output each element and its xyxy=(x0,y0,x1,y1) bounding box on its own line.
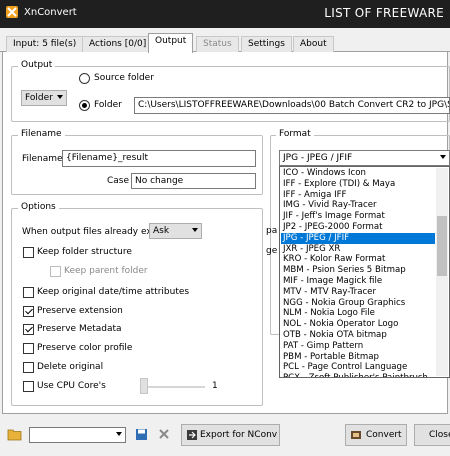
chevron-down-icon xyxy=(57,95,63,99)
format-option[interactable]: MIF - Image Magick file xyxy=(281,276,435,287)
tab-output[interactable]: Output xyxy=(148,33,194,53)
cpu-slider-handle[interactable] xyxy=(140,378,148,394)
format-option[interactable]: IMG - Vivid Ray-Tracer xyxy=(281,200,435,211)
export-icon xyxy=(187,430,197,440)
delete-original-label: Delete original xyxy=(37,362,104,372)
keep-parent-folder-label: Keep parent folder xyxy=(64,266,148,276)
case-select[interactable]: No change xyxy=(131,173,256,189)
app-title: XnConvert xyxy=(24,7,77,18)
output-type-select[interactable]: Folder xyxy=(21,90,67,106)
format-value: JPG - JPEG / JFIF xyxy=(283,153,353,163)
convert-label: Convert xyxy=(366,430,402,440)
output-type-value: Folder xyxy=(25,93,53,103)
format-option[interactable]: IFF - Explore (TDI) & Maya xyxy=(281,179,435,190)
filename-label: Filename xyxy=(22,154,63,164)
format-option[interactable]: JP2 - JPEG-2000 Format xyxy=(281,222,435,233)
export-label: Export for NConv xyxy=(200,430,278,440)
format-option-fragment-1: pa xyxy=(266,226,278,236)
case-value: No change xyxy=(135,176,184,186)
use-cpu-cores-label: Use CPU Core's xyxy=(37,381,106,391)
dropdown-scrollbar-thumb[interactable] xyxy=(437,216,447,276)
exists-select[interactable]: Ask xyxy=(149,223,202,239)
dropdown-scrollbar[interactable] xyxy=(436,168,448,376)
format-option[interactable]: JXR - JPEG XR xyxy=(281,244,435,255)
exists-label: When output files already exist xyxy=(22,227,163,237)
preserve-color-profile-label: Preserve color profile xyxy=(37,343,133,353)
convert-button[interactable]: Convert xyxy=(345,424,407,446)
preserve-extension-label: Preserve extension xyxy=(37,306,123,316)
open-folder-icon[interactable] xyxy=(7,428,22,441)
format-option-fragment-2: ge xyxy=(266,246,278,256)
xnconvert-logo-icon xyxy=(6,6,18,18)
format-option[interactable]: JPG - JPEG / JFIF xyxy=(281,232,435,244)
format-option[interactable]: JIF - Jeff's Image Format xyxy=(281,211,435,222)
source-folder-label: Source folder xyxy=(94,73,154,83)
chevron-down-icon xyxy=(116,432,122,436)
format-option[interactable]: OTB - Nokia OTA bitmap xyxy=(281,330,435,341)
filename-legend: Filename xyxy=(18,129,65,139)
format-option[interactable]: MBM - Psion Series 5 Bitmap xyxy=(281,265,435,276)
format-option[interactable]: PAT - Gimp Pattern xyxy=(281,341,435,352)
keep-date-label: Keep original date/time attributes xyxy=(37,287,190,297)
format-option[interactable]: IFF - Amiga IFF xyxy=(281,190,435,201)
format-option[interactable]: KRO - Kolor Raw Format xyxy=(281,254,435,265)
output-folder-path[interactable]: C:\Users\LISTOFFREEWARE\Downloads\00 Bat… xyxy=(134,97,450,114)
format-option[interactable]: PCL - Page Control Language xyxy=(281,362,435,373)
title-bar: XnConvert LIST OF FREEWARE xyxy=(0,0,450,28)
export-for-nconvert-button[interactable]: Export for NConv xyxy=(181,424,280,446)
format-dropdown-list[interactable]: ICO - Windows Icon IFF - Explore (TDI) & … xyxy=(279,166,450,378)
keep-date-checkbox[interactable] xyxy=(23,287,34,298)
tab-actions[interactable]: Actions [0/0] xyxy=(82,36,154,52)
watermark-banner: LIST OF FREEWARE xyxy=(324,6,444,20)
case-label: Case xyxy=(107,176,130,186)
cpu-slider-track[interactable] xyxy=(140,386,205,388)
format-option[interactable]: NGG - Nokia Group Graphics xyxy=(281,298,435,309)
close-label: Close xyxy=(429,430,450,440)
keep-folder-structure-checkbox[interactable] xyxy=(23,247,34,258)
bottom-toolbar: Export for NConv Convert Close xyxy=(0,414,450,456)
use-cpu-cores-checkbox[interactable] xyxy=(23,381,34,392)
preserve-metadata-label: Preserve Metadata xyxy=(37,324,122,334)
filename-input[interactable]: {Filename}_result xyxy=(62,150,256,167)
keep-parent-folder-checkbox[interactable] xyxy=(50,266,61,277)
output-legend: Output xyxy=(18,60,56,70)
folder-radio[interactable] xyxy=(79,100,90,111)
tab-status[interactable]: Status xyxy=(196,36,239,52)
format-option[interactable]: PBM - Portable Bitmap xyxy=(281,352,435,363)
tab-about[interactable]: About xyxy=(293,36,334,52)
delete-icon[interactable] xyxy=(158,428,170,440)
tab-settings[interactable]: Settings xyxy=(241,36,292,52)
folder-label: Folder xyxy=(94,100,122,110)
format-option[interactable]: NOL - Nokia Operator Logo xyxy=(281,319,435,330)
preserve-color-profile-checkbox[interactable] xyxy=(23,343,34,354)
format-option[interactable]: ICO - Windows Icon xyxy=(281,168,435,179)
tab-input[interactable]: Input: 5 file(s) xyxy=(6,36,84,52)
exists-value: Ask xyxy=(153,226,170,236)
chevron-down-icon xyxy=(440,155,446,159)
cpu-value: 1 xyxy=(212,381,218,391)
chevron-down-icon xyxy=(192,228,198,232)
options-legend: Options xyxy=(18,202,59,212)
delete-original-checkbox[interactable] xyxy=(23,362,34,373)
close-button[interactable]: Close xyxy=(414,424,450,446)
format-option[interactable]: NLM - Nokia Logo File xyxy=(281,308,435,319)
format-select[interactable]: JPG - JPEG / JFIF xyxy=(279,150,450,166)
keep-folder-structure-label: Keep folder structure xyxy=(37,247,132,257)
convert-icon xyxy=(351,431,361,439)
preserve-extension-checkbox[interactable] xyxy=(23,306,34,317)
preserve-metadata-checkbox[interactable] xyxy=(23,324,34,335)
preset-select[interactable] xyxy=(29,427,126,443)
format-option[interactable]: MTV - MTV Ray-Tracer xyxy=(281,287,435,298)
source-folder-radio[interactable] xyxy=(79,73,90,84)
format-option[interactable]: PCX - Zsoft Publisher's Paintbrush xyxy=(281,373,435,377)
format-legend: Format xyxy=(276,129,314,139)
save-icon[interactable] xyxy=(135,428,148,441)
